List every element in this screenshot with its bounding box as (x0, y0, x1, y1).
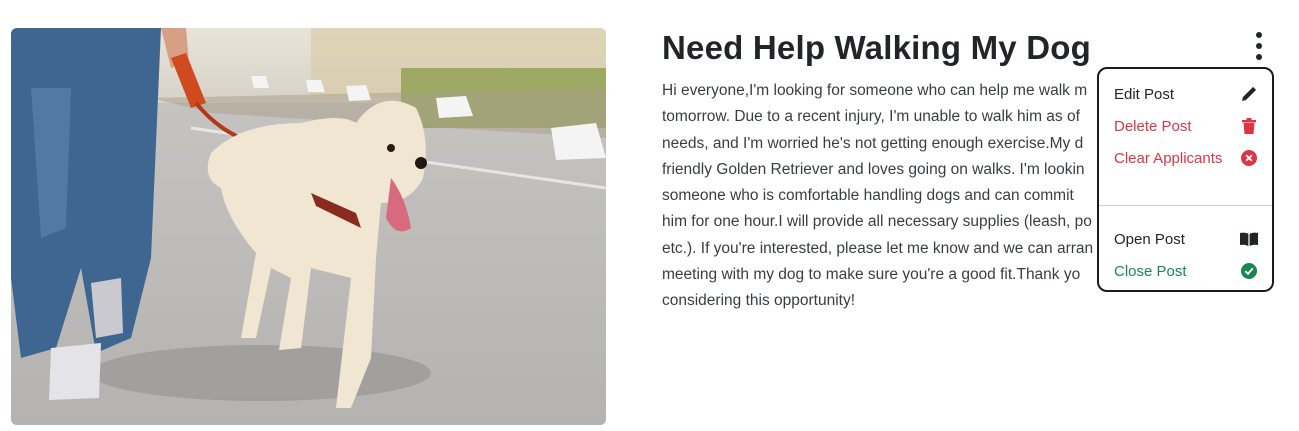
clear-applicants-label: Clear Applicants (1114, 149, 1223, 167)
edit-post-label: Edit Post (1114, 85, 1175, 103)
x-circle-icon (1240, 149, 1258, 167)
open-post-button[interactable]: Open Post (1114, 227, 1258, 251)
close-post-label: Close Post (1114, 262, 1187, 280)
post-image (11, 28, 606, 425)
clear-applicants-button[interactable]: Clear Applicants (1114, 146, 1258, 170)
post-title: Need Help Walking My Dog (662, 29, 1091, 66)
close-post-button[interactable]: Close Post (1114, 259, 1258, 283)
trash-icon (1240, 117, 1258, 135)
post-options-menu: Edit Post Delete Post Clear Applicants O… (1097, 67, 1274, 292)
check-circle-icon (1240, 262, 1258, 280)
delete-post-button[interactable]: Delete Post (1114, 114, 1258, 138)
edit-post-button[interactable]: Edit Post (1114, 82, 1258, 106)
pencil-icon (1240, 85, 1258, 103)
delete-post-label: Delete Post (1114, 117, 1192, 135)
menu-divider (1099, 205, 1272, 206)
open-post-label: Open Post (1114, 230, 1185, 248)
more-options-icon[interactable] (1250, 32, 1268, 62)
book-icon (1240, 230, 1258, 248)
dog-walking-photo (11, 28, 606, 425)
